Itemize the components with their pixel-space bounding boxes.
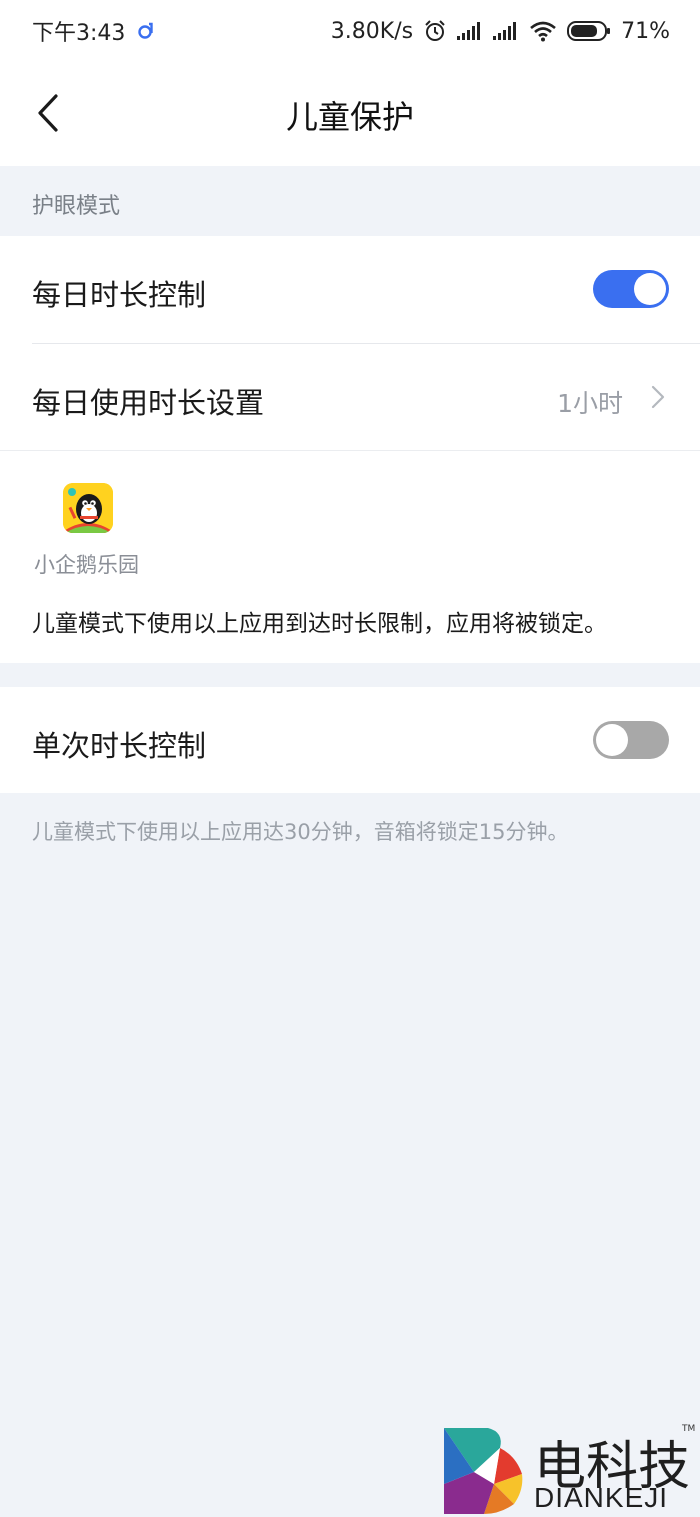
chevron-right-icon	[651, 385, 665, 409]
single-control-label: 单次时长控制	[32, 729, 207, 763]
diankeji-logo-icon	[444, 1428, 523, 1514]
signal-icon-1	[457, 21, 483, 41]
single-control-toggle[interactable]	[593, 721, 669, 759]
daily-limit-note: 儿童模式下使用以上应用到达时长限制，应用将被锁定。	[32, 611, 607, 637]
section-header: 护眼模式	[0, 166, 700, 236]
app-name: 小企鹅乐园	[34, 553, 139, 577]
signal-icon-2	[493, 21, 519, 41]
page: 下午3:43 3.80K/s 71% 儿童保护 护眼模式 每日时长控制 每日使用…	[0, 0, 700, 1517]
alarm-icon	[423, 19, 447, 43]
daily-control-label: 每日时长控制	[32, 278, 207, 312]
title-bar: 儿童保护	[0, 62, 700, 166]
status-time: 下午3:43	[32, 21, 126, 46]
page-title: 儿童保护	[285, 98, 414, 136]
status-bar: 下午3:43 3.80K/s 71%	[0, 0, 700, 62]
network-speed: 3.80K/s	[330, 18, 414, 44]
divider	[0, 450, 700, 451]
section-header-label: 护眼模式	[32, 194, 121, 219]
single-control-card: 单次时长控制	[0, 687, 700, 793]
toggle-knob	[634, 273, 666, 305]
app-icon-penguin[interactable]	[63, 483, 113, 533]
usage-setting-row[interactable]: 每日使用时长设置 1小时	[0, 344, 700, 451]
single-limit-note: 儿童模式下使用以上应用达30分钟，音箱将锁定15分钟。	[32, 820, 569, 844]
app-notification-icon	[137, 22, 155, 40]
toggle-knob	[596, 724, 628, 756]
battery-percent: 71%	[621, 18, 670, 44]
watermark-logo: 电科技 TM DIANKEJI	[444, 1424, 700, 1517]
battery-icon	[567, 20, 611, 42]
daily-control-row: 每日时长控制	[0, 236, 700, 343]
usage-setting-value: 1小时	[557, 389, 623, 418]
watermark-tm: TM	[682, 1424, 696, 1434]
wifi-icon	[529, 20, 557, 42]
daily-control-card: 每日时长控制 每日使用时长设置 1小时 小企鹅乐园 儿童模式下使用以上应用到达时…	[0, 236, 700, 663]
watermark-en: DIANKEJI	[534, 1482, 669, 1513]
usage-setting-label: 每日使用时长设置	[32, 386, 265, 420]
daily-control-toggle[interactable]	[593, 270, 669, 308]
